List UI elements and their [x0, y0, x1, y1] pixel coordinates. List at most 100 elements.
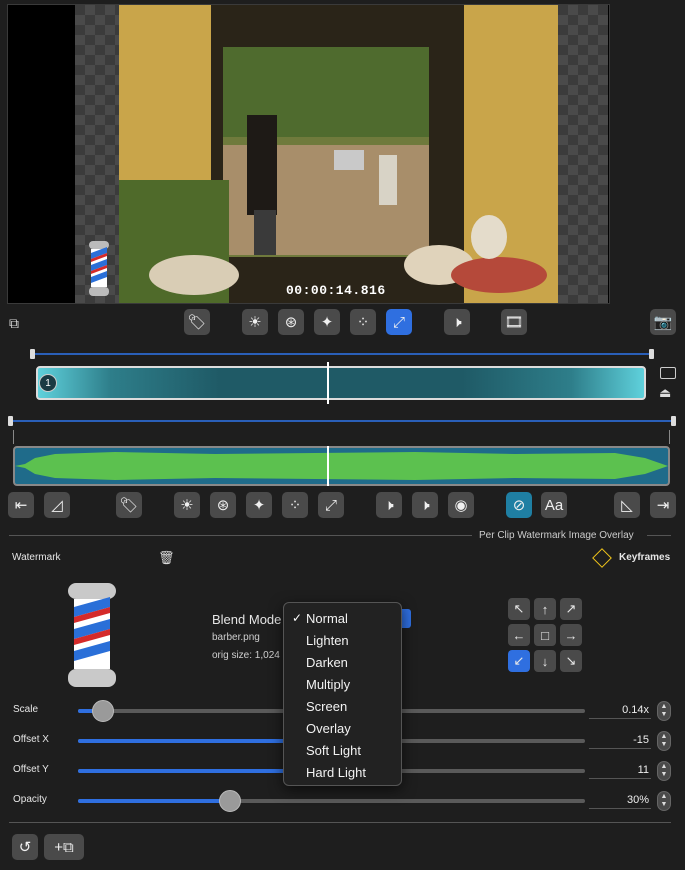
slider-knob-0[interactable]: [92, 700, 114, 722]
slider-stepper-0[interactable]: ▲ ▼: [657, 701, 671, 721]
watermark-preview-image: [89, 241, 109, 296]
audio-range-rail: [11, 420, 674, 422]
position-button-4[interactable]: □: [534, 624, 556, 646]
blend-mode-option-lighten[interactable]: Lighten: [306, 633, 349, 648]
watermark-filename: barber.png: [212, 632, 260, 643]
blend-mode-option-screen[interactable]: Screen: [306, 699, 347, 714]
clip-resize-button[interactable]: ⤢: [318, 492, 344, 518]
slider-value-underline-0: [589, 718, 651, 719]
slider-value-1[interactable]: -15: [589, 734, 649, 746]
slider-value-0[interactable]: 0.14x: [589, 704, 649, 716]
waveform-graphic: [15, 452, 668, 480]
blend-mode-option-darken[interactable]: Darken: [306, 655, 348, 670]
position-button-8[interactable]: ↘: [560, 650, 582, 672]
effects-button[interactable]: ✦: [314, 309, 340, 335]
blend-mode-option-soft-light[interactable]: Soft Light: [306, 743, 361, 758]
audio-range-start-handle[interactable]: [8, 416, 13, 426]
keyframe-icon[interactable]: [592, 548, 612, 568]
color-circles-icon: ⊛: [284, 314, 298, 331]
fade-out-icon: ◺: [621, 497, 633, 514]
blend-mode-menu: ✓ Normal Lighten Darken Multiply Screen Overla…: [283, 602, 402, 786]
blend-mode-option-hard-light[interactable]: Hard Light: [306, 765, 366, 780]
slider-stepper-3[interactable]: ▲ ▼: [657, 791, 671, 811]
blend-mode-option-multiply[interactable]: Multiply: [306, 677, 350, 692]
trim-start-button[interactable]: ⇤: [8, 492, 34, 518]
clip-range-end-handle[interactable]: [649, 349, 654, 359]
film-trim-button[interactable]: 🎞: [501, 309, 527, 335]
audio-range-end-handle[interactable]: [671, 416, 676, 426]
text-icon: Aa: [544, 496, 564, 514]
fade-out-button[interactable]: ◺: [614, 492, 640, 518]
tag-button[interactable]: 🏷: [184, 309, 210, 335]
audio-wave-button[interactable]: ◉: [448, 492, 474, 518]
position-button-2[interactable]: ↗: [560, 598, 582, 620]
section-divider-left: [9, 535, 472, 536]
expand-icon: ⤢: [324, 496, 337, 514]
clip-settings-icon[interactable]: [660, 367, 676, 379]
video-preview: [7, 4, 610, 304]
position-button-0[interactable]: ↖: [508, 598, 530, 620]
slider-stepper-2[interactable]: ▲ ▼: [657, 761, 671, 781]
speaker-icon: 🕨: [420, 496, 430, 514]
add-layer-button[interactable]: +⧉: [44, 834, 84, 860]
sparkle-icon: ✦: [252, 497, 266, 514]
clip-effects-button[interactable]: ✦: [246, 492, 272, 518]
fade-in-icon: ◿: [51, 497, 63, 514]
noise-button[interactable]: ⁘: [350, 309, 376, 335]
slider-value-2[interactable]: 11: [589, 764, 649, 776]
snapshot-button[interactable]: 📷: [650, 309, 676, 335]
volume-button[interactable]: 🕨: [412, 492, 438, 518]
clip-color-button[interactable]: ⊛: [210, 492, 236, 518]
clip-noise-button[interactable]: ⁘: [282, 492, 308, 518]
arrow-to-start-icon: ⇤: [14, 497, 28, 514]
video-clip[interactable]: [36, 366, 646, 400]
tag-icon: 🏷: [187, 314, 207, 331]
slider-stepper-1[interactable]: ▲ ▼: [657, 731, 671, 751]
clip-number-badge: 1: [39, 374, 57, 392]
watermark-icon: ⊘: [512, 497, 526, 514]
section-title: Per Clip Watermark Image Overlay: [479, 530, 634, 541]
clip-range-start-handle[interactable]: [30, 349, 35, 359]
position-button-5[interactable]: →: [560, 624, 582, 646]
slider-value-underline-1: [589, 748, 651, 749]
resize-button[interactable]: ⤢: [386, 309, 412, 335]
slider-fill-3: [78, 799, 230, 803]
blend-mode-option-overlay[interactable]: Overlay: [306, 721, 351, 736]
trim-end-button[interactable]: ⇥: [650, 492, 676, 518]
arrow-to-end-icon: ⇥: [656, 497, 670, 514]
color-button[interactable]: ⊛: [278, 309, 304, 335]
reset-button[interactable]: ↺: [12, 834, 38, 860]
slider-value-3[interactable]: 30%: [589, 794, 649, 806]
speaker-balance-icon: 🕨: [384, 496, 394, 514]
waveform-playhead[interactable]: [327, 446, 329, 486]
keyframes-label[interactable]: Keyframes: [619, 552, 670, 563]
text-button[interactable]: Aa: [541, 492, 567, 518]
fade-in-button[interactable]: ◿: [44, 492, 70, 518]
waveform-icon: ◉: [454, 497, 468, 514]
watermark-orig-size: orig size: 1,024: [212, 650, 280, 661]
audio-waveform[interactable]: [13, 446, 670, 486]
eject-icon[interactable]: ⏏: [659, 385, 671, 401]
brightness-button[interactable]: ☀: [242, 309, 268, 335]
blend-mode-option-normal[interactable]: Normal: [306, 611, 348, 626]
timecode-display: 00:00:14.816: [286, 283, 386, 298]
bottom-divider: [9, 822, 671, 823]
watermark-thumbnail[interactable]: [66, 583, 118, 688]
position-button-7[interactable]: ↓: [534, 650, 556, 672]
position-button-1[interactable]: ↑: [534, 598, 556, 620]
speaker-icon: 🕨: [452, 313, 462, 331]
position-button-6[interactable]: ↙: [508, 650, 530, 672]
clip-tag-button[interactable]: 🏷: [116, 492, 142, 518]
blend-mode-label: Blend Mode: [212, 612, 282, 627]
watermark-button[interactable]: ⊘: [506, 492, 532, 518]
trash-icon[interactable]: 🗑: [158, 550, 175, 566]
watermark-label: Watermark: [12, 552, 61, 563]
playhead[interactable]: [327, 362, 329, 404]
clip-brightness-button[interactable]: ☀: [174, 492, 200, 518]
clip-audio-balance-button[interactable]: 🕨: [376, 492, 402, 518]
layers-icon[interactable]: ⧉: [9, 315, 27, 331]
audio-bracket-left: [13, 430, 14, 444]
slider-knob-3[interactable]: [219, 790, 241, 812]
audio-balance-button[interactable]: 🕨: [444, 309, 470, 335]
position-button-3[interactable]: ←: [508, 624, 530, 646]
